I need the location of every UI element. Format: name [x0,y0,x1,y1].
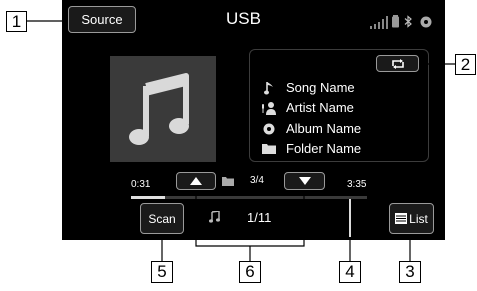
callout-lines [26,20,456,262]
callout-3: 3 [399,261,421,283]
callout-4: 4 [339,261,361,283]
callout-5: 5 [151,261,173,283]
callout-2: 2 [455,54,476,75]
callout-6: 6 [239,261,261,283]
callout-1: 1 [6,11,27,32]
